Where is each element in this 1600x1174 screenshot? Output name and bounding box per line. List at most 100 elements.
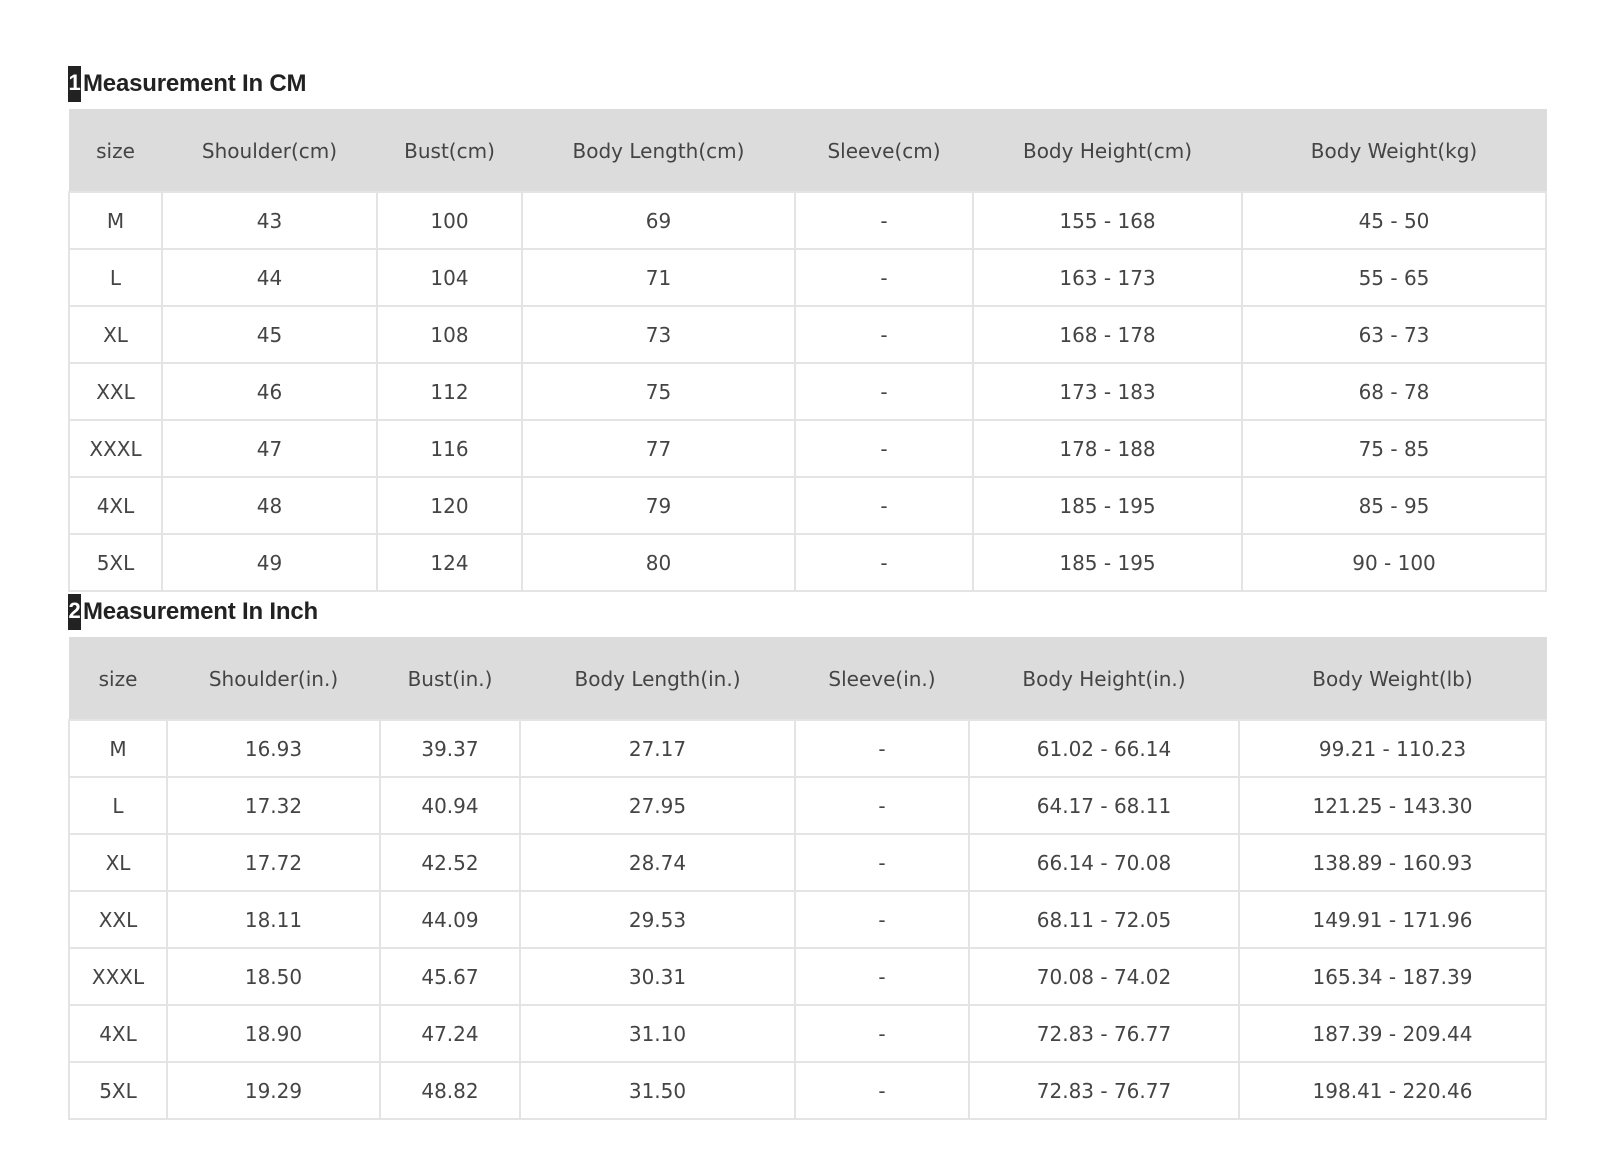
cell-bust: 47.24	[379, 1004, 521, 1063]
cell-size: XXXL	[68, 947, 168, 1006]
cell-shoulder: 18.50	[166, 947, 381, 1006]
cell-size: XL	[68, 305, 163, 364]
section-title-text: Measurement In CM	[83, 70, 307, 97]
cell-sleeve: -	[794, 419, 974, 478]
cell-bust: 100	[376, 191, 523, 250]
header-sleeve: Sleeve(cm)	[794, 109, 974, 193]
cell-size: M	[68, 719, 168, 778]
cell-body-weight: 99.21 - 110.23	[1238, 719, 1547, 778]
cell-size: XL	[68, 833, 168, 892]
cell-shoulder: 19.29	[166, 1061, 381, 1120]
size-table-inch: size Shoulder(in.) Bust(in.) Body Length…	[68, 637, 1547, 1120]
cell-body-length: 31.50	[519, 1061, 796, 1120]
cell-body-height: 155 - 168	[972, 191, 1243, 250]
cell-bust: 45.67	[379, 947, 521, 1006]
header-body-height: Body Height(in.)	[968, 637, 1240, 721]
table-row: XXL 46 112 75 - 173 - 183 68 - 78	[68, 362, 1547, 421]
cell-body-length: 27.95	[519, 776, 796, 835]
header-body-weight: Body Weight(kg)	[1241, 109, 1547, 193]
cell-shoulder: 44	[161, 248, 378, 307]
cell-shoulder: 17.72	[166, 833, 381, 892]
cell-size: L	[68, 776, 168, 835]
cell-body-height: 64.17 - 68.11	[968, 776, 1240, 835]
cell-body-height: 61.02 - 66.14	[968, 719, 1240, 778]
section-title: 1 Measurement In CM	[68, 66, 1545, 102]
table-row: L 44 104 71 - 163 - 173 55 - 65	[68, 248, 1547, 307]
cell-body-weight: 63 - 73	[1241, 305, 1547, 364]
cell-sleeve: -	[794, 947, 970, 1006]
cell-sleeve: -	[794, 833, 970, 892]
cell-body-weight: 55 - 65	[1241, 248, 1547, 307]
cell-sleeve: -	[794, 248, 974, 307]
cell-bust: 48.82	[379, 1061, 521, 1120]
cell-bust: 44.09	[379, 890, 521, 949]
cell-sleeve: -	[794, 890, 970, 949]
cell-body-height: 173 - 183	[972, 362, 1243, 421]
cell-body-length: 71	[521, 248, 796, 307]
table-header-row: size Shoulder(in.) Bust(in.) Body Length…	[68, 637, 1547, 721]
cell-body-length: 27.17	[519, 719, 796, 778]
header-bust: Bust(in.)	[379, 637, 521, 721]
cell-size: 4XL	[68, 476, 163, 535]
cell-size: 5XL	[68, 1061, 168, 1120]
cell-shoulder: 18.90	[166, 1004, 381, 1063]
cell-body-weight: 85 - 95	[1241, 476, 1547, 535]
cell-size: L	[68, 248, 163, 307]
cell-body-length: 75	[521, 362, 796, 421]
section-title: 2 Measurement In Inch	[68, 594, 1545, 630]
cell-bust: 116	[376, 419, 523, 478]
cell-body-height: 68.11 - 72.05	[968, 890, 1240, 949]
cell-sleeve: -	[794, 1061, 970, 1120]
cell-sleeve: -	[794, 476, 974, 535]
cell-body-height: 178 - 188	[972, 419, 1243, 478]
cell-bust: 104	[376, 248, 523, 307]
cell-bust: 120	[376, 476, 523, 535]
table-row: L 17.32 40.94 27.95 - 64.17 - 68.11 121.…	[68, 776, 1547, 835]
table-row: M 16.93 39.37 27.17 - 61.02 - 66.14 99.2…	[68, 719, 1547, 778]
cell-shoulder: 45	[161, 305, 378, 364]
cell-body-weight: 149.91 - 171.96	[1238, 890, 1547, 949]
header-body-length: Body Length(cm)	[521, 109, 796, 193]
cell-sleeve: -	[794, 305, 974, 364]
table-row: 4XL 18.90 47.24 31.10 - 72.83 - 76.77 18…	[68, 1004, 1547, 1063]
cell-size: M	[68, 191, 163, 250]
cell-bust: 39.37	[379, 719, 521, 778]
cell-size: 4XL	[68, 1004, 168, 1063]
table-row: XL 17.72 42.52 28.74 - 66.14 - 70.08 138…	[68, 833, 1547, 892]
cell-body-length: 31.10	[519, 1004, 796, 1063]
cell-body-height: 185 - 195	[972, 533, 1243, 592]
cell-sleeve: -	[794, 191, 974, 250]
cell-body-length: 73	[521, 305, 796, 364]
cell-size: 5XL	[68, 533, 163, 592]
cell-body-weight: 75 - 85	[1241, 419, 1547, 478]
table-row: XL 45 108 73 - 168 - 178 63 - 73	[68, 305, 1547, 364]
cell-sleeve: -	[794, 362, 974, 421]
cell-sleeve: -	[794, 719, 970, 778]
table-row: XXL 18.11 44.09 29.53 - 68.11 - 72.05 14…	[68, 890, 1547, 949]
cell-body-weight: 165.34 - 187.39	[1238, 947, 1547, 1006]
cell-bust: 40.94	[379, 776, 521, 835]
table-row: 4XL 48 120 79 - 185 - 195 85 - 95	[68, 476, 1547, 535]
cell-body-height: 72.83 - 76.77	[968, 1004, 1240, 1063]
cell-body-weight: 68 - 78	[1241, 362, 1547, 421]
table-row: 5XL 49 124 80 - 185 - 195 90 - 100	[68, 533, 1547, 592]
section-number-badge: 1	[68, 66, 81, 102]
cell-body-length: 30.31	[519, 947, 796, 1006]
cell-shoulder: 48	[161, 476, 378, 535]
cell-body-weight: 45 - 50	[1241, 191, 1547, 250]
cell-body-height: 168 - 178	[972, 305, 1243, 364]
cell-body-height: 72.83 - 76.77	[968, 1061, 1240, 1120]
cell-body-length: 28.74	[519, 833, 796, 892]
cell-sleeve: -	[794, 776, 970, 835]
section-title-text: Measurement In Inch	[83, 598, 318, 625]
cell-size: XXL	[68, 890, 168, 949]
cell-body-height: 185 - 195	[972, 476, 1243, 535]
cell-sleeve: -	[794, 533, 974, 592]
cell-shoulder: 18.11	[166, 890, 381, 949]
table-row: 5XL 19.29 48.82 31.50 - 72.83 - 76.77 19…	[68, 1061, 1547, 1120]
cell-shoulder: 46	[161, 362, 378, 421]
table-header-row: size Shoulder(cm) Bust(cm) Body Length(c…	[68, 109, 1547, 193]
cell-body-weight: 121.25 - 143.30	[1238, 776, 1547, 835]
cell-body-weight: 187.39 - 209.44	[1238, 1004, 1547, 1063]
cell-bust: 112	[376, 362, 523, 421]
